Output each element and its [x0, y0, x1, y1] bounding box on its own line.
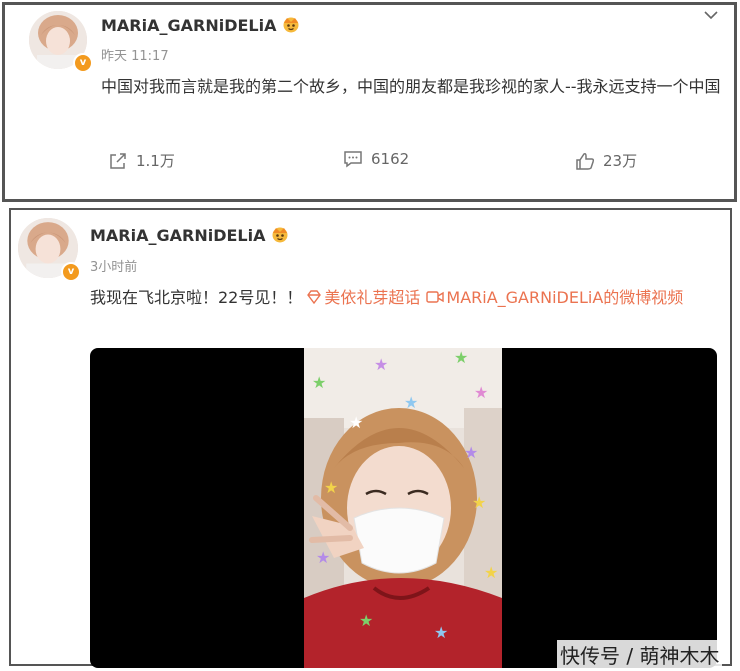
svg-text:★: ★: [349, 413, 363, 432]
crown-icon: [269, 225, 291, 247]
svg-text:★: ★: [474, 383, 488, 402]
post-text-block: 我现在飞北京啦！22号见！！ 美依礼芽超话 MARiA_GARNiDELiA的微博视…: [90, 284, 720, 312]
like-count: 23万: [603, 152, 638, 170]
video-icon: [426, 291, 445, 303]
video-thumbnail: ★ ★ ★ ★ ★ ★ ★ ★ ★ ★ ★ ★ ★: [304, 348, 502, 668]
repost-button[interactable]: 1.1万: [108, 150, 175, 171]
svg-text:★: ★: [454, 348, 468, 367]
svg-text:★: ★: [484, 563, 498, 582]
crown-icon: [280, 15, 302, 37]
video-player[interactable]: ★ ★ ★ ★ ★ ★ ★ ★ ★ ★ ★ ★ ★: [90, 348, 717, 668]
svg-text:★: ★: [464, 443, 478, 462]
svg-text:★: ★: [374, 355, 388, 374]
svg-text:★: ★: [434, 623, 448, 642]
svg-text:★: ★: [404, 393, 418, 412]
verified-badge: v: [61, 262, 81, 282]
weibo-post-2: v MARiA_GARNiDELiA 3小时前 我现在飞北京啦！22号见！！ 美依…: [9, 208, 732, 668]
svg-text:★: ★: [359, 611, 373, 630]
repost-icon: [110, 152, 126, 169]
svg-text:★: ★: [312, 373, 326, 392]
watermark: 快传号 / 萌神木木: [557, 640, 723, 669]
comment-icon: [344, 151, 362, 168]
comment-count: 6162: [371, 150, 410, 168]
video-link-text[interactable]: MARiA_GARNiDELiA的微博视频: [446, 288, 683, 307]
comment-button[interactable]: 6162: [343, 150, 409, 168]
topic-link-text[interactable]: 美依礼芽超话: [324, 288, 420, 307]
svg-text:★: ★: [324, 478, 338, 497]
svg-text:★: ★: [316, 548, 330, 567]
username-text[interactable]: MARiA_GARNiDELiA: [101, 16, 276, 35]
post-time[interactable]: 昨天 11:17: [101, 45, 169, 64]
verified-badge: v: [73, 53, 93, 73]
weibo-post-1: v MARiA_GARNiDELiA 昨天 11:17 中国对我而言就是我的第二…: [2, 2, 737, 202]
topic-link[interactable]: 美依礼芽超话: [302, 288, 420, 307]
post-text: 中国对我而言就是我的第二个故乡，中国的朋友都是我珍视的家人--我永远支持一个中国: [101, 77, 721, 96]
chevron-down-icon[interactable]: [703, 9, 719, 21]
username[interactable]: MARiA_GARNiDELiA: [90, 225, 291, 247]
repost-count: 1.1万: [136, 152, 175, 170]
username[interactable]: MARiA_GARNiDELiA: [101, 15, 302, 37]
video-link[interactable]: MARiA_GARNiDELiA的微博视频: [420, 288, 683, 307]
topic-icon: [307, 290, 322, 305]
like-button[interactable]: 23万: [575, 150, 637, 171]
like-icon: [576, 152, 595, 170]
post-time[interactable]: 3小时前: [90, 256, 137, 275]
svg-text:★: ★: [472, 493, 486, 512]
post-text: 我现在飞北京啦！22号见！！: [90, 288, 303, 307]
username-text[interactable]: MARiA_GARNiDELiA: [90, 226, 265, 245]
